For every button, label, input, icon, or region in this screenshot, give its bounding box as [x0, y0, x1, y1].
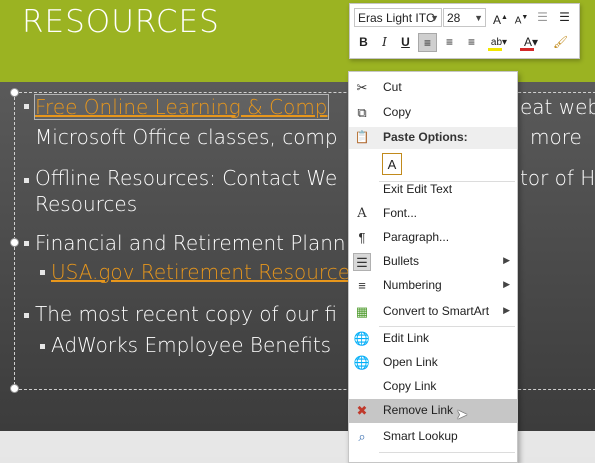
bullet-4-line-1: The most recent copy of our fi: [35, 302, 338, 326]
menu-item-cut[interactable]: ✂ Cut: [349, 76, 517, 100]
clipboard-icon: 📋: [354, 130, 370, 144]
menu-item-open-link[interactable]: 🌐 Open Link: [349, 351, 517, 375]
chevron-down-icon: ▼: [430, 13, 439, 23]
paste-keep-text-only-button[interactable]: A: [349, 151, 517, 179]
bullet-2-line-1: Offline Resources: Contact We: [35, 166, 338, 190]
resize-handle-top-left[interactable]: [10, 88, 19, 97]
mini-formatting-toolbar: Eras Light ITC ▼ 28 ▼ A▲ A▼ ☰ ☰ B I U ≡ …: [349, 3, 580, 59]
menu-item-label: Bullets: [383, 254, 420, 268]
menu-item-remove-link[interactable]: ✖ Remove Link ➤: [349, 399, 517, 423]
submenu-arrow-icon: ▶: [503, 305, 510, 315]
menu-item-label: Convert to SmartArt: [383, 304, 490, 318]
text-highlight-color-icon[interactable]: ab ▾: [486, 33, 512, 52]
menu-item-label: Open Link: [383, 355, 438, 369]
font-size-value: 28: [447, 11, 461, 25]
free-online-learning-link[interactable]: Free Online Learning & Comp: [34, 94, 329, 120]
context-menu: ✂ Cut ⧉ Copy 📋 Paste Options: A Exit Edi…: [348, 71, 518, 463]
underline-button[interactable]: U: [396, 33, 415, 52]
menu-item-smart-lookup[interactable]: ⌕ Smart Lookup: [349, 425, 517, 449]
menu-item-paragraph[interactable]: ¶ Paragraph...: [349, 226, 517, 250]
smart-lookup-icon: ⌕: [358, 429, 366, 444]
menu-separator: [379, 452, 515, 453]
paragraph-icon: ¶: [358, 230, 366, 245]
submenu-arrow-icon: ▶: [503, 279, 510, 289]
bullet-2-line-2: Resources: [35, 192, 138, 216]
menu-item-label: Copy: [383, 105, 412, 119]
open-link-icon: 🌐: [353, 355, 371, 370]
menu-item-bullets[interactable]: ☰ Bullets ▶: [349, 250, 517, 274]
paste-options-header: 📋 Paste Options:: [349, 127, 517, 149]
sub-bullet-marker: [40, 270, 45, 275]
menu-item-font[interactable]: A Font...: [349, 202, 517, 226]
decrease-indent-icon[interactable]: ☰: [533, 8, 552, 27]
menu-item-label: Edit Link: [383, 331, 430, 345]
smartart-icon: ▦: [355, 304, 369, 319]
increase-font-size-icon[interactable]: A▲: [491, 8, 510, 27]
bullet-marker: [24, 178, 29, 183]
numbering-icon: ≡: [358, 278, 366, 293]
menu-item-numbering[interactable]: ≡ Numbering ▶: [349, 274, 517, 298]
increase-indent-icon[interactable]: ☰: [555, 8, 574, 27]
mouse-pointer-icon: ➤: [456, 406, 468, 422]
font-size-dropdown[interactable]: 28 ▼: [443, 8, 486, 27]
copy-icon: ⧉: [357, 105, 367, 120]
edit-link-icon: 🌐: [353, 331, 371, 346]
bullet-marker: [24, 241, 29, 246]
menu-item-copy[interactable]: ⧉ Copy: [349, 101, 517, 125]
italic-button[interactable]: I: [375, 33, 394, 52]
submenu-arrow-icon: ▶: [503, 255, 510, 265]
bullet-1-line-1[interactable]: Free Online Learning & Comp: [34, 94, 329, 120]
slide-title[interactable]: RESOURCES: [22, 4, 220, 40]
bold-button[interactable]: B: [354, 33, 373, 52]
decrease-font-size-icon[interactable]: A▼: [512, 8, 531, 27]
format-painter-icon[interactable]: 🖌: [551, 33, 570, 52]
menu-item-label: Copy Link: [383, 379, 437, 393]
paste-keep-text-icon: A: [382, 153, 402, 175]
scissors-icon: ✂: [356, 80, 368, 95]
sub-bullet-marker: [40, 344, 45, 349]
chevron-down-icon: ▼: [474, 13, 483, 23]
menu-item-label: Cut: [383, 80, 402, 94]
bullet-1-line-2-tail: more: [530, 125, 582, 149]
menu-item-exit-edit-text[interactable]: Exit Edit Text: [349, 178, 517, 202]
align-center-icon[interactable]: ≡: [440, 33, 459, 52]
font-icon: A: [357, 206, 367, 221]
menu-item-convert-to-smartart[interactable]: ▦ Convert to SmartArt ▶: [349, 300, 517, 324]
resize-handle-bottom-left[interactable]: [10, 384, 19, 393]
bullet-marker: [24, 313, 29, 318]
bullet-2-line-1-tail: tor of Hu: [520, 166, 595, 190]
menu-item-label: Remove Link: [383, 403, 454, 417]
bullets-icon: ☰: [353, 253, 371, 271]
menu-item-copy-link[interactable]: Copy Link: [349, 375, 517, 399]
font-name-dropdown[interactable]: Eras Light ITC ▼: [354, 8, 442, 27]
bullet-3-line-1: Financial and Retirement Plann: [35, 231, 346, 255]
menu-item-label: Smart Lookup: [383, 429, 458, 443]
bullet-1-line-2: Microsoft Office classes, comp: [35, 125, 338, 149]
usa-gov-retirement-link[interactable]: USA.gov Retirement Resource: [51, 260, 350, 284]
bullet-4-sub-1: AdWorks Employee Benefits: [51, 333, 332, 357]
font-name-value: Eras Light ITC: [358, 11, 435, 25]
menu-item-label: Exit Edit Text: [383, 182, 453, 196]
menu-item-label: Paragraph...: [383, 230, 450, 244]
menu-item-label: Numbering: [383, 278, 442, 292]
remove-link-icon: ✖: [356, 403, 368, 418]
resize-handle-middle-left[interactable]: [10, 238, 19, 247]
bullet-1-tail: eat web: [520, 95, 595, 119]
font-color-icon[interactable]: A ▾: [518, 33, 544, 52]
paste-options-label: Paste Options:: [383, 130, 468, 144]
align-left-icon[interactable]: ≡: [418, 33, 437, 52]
bullet-3-sub-1[interactable]: USA.gov Retirement Resource: [51, 260, 350, 284]
menu-item-label: Font...: [383, 206, 418, 220]
bullet-marker: [24, 104, 29, 109]
menu-item-edit-link[interactable]: 🌐 Edit Link: [349, 327, 517, 351]
align-right-icon[interactable]: ≡: [462, 33, 481, 52]
